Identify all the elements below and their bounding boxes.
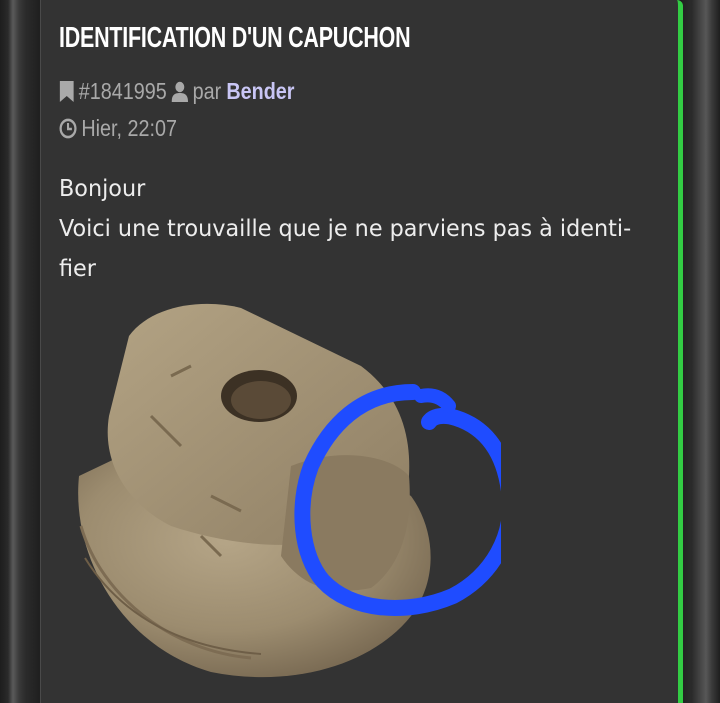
body-line: fier [59, 256, 96, 282]
forum-post-card: IDENTIFICATION D'UN CAPUCHON #1841995 pa… [40, 0, 683, 703]
clock-icon [59, 118, 77, 139]
post-id[interactable]: #1841995 [79, 78, 167, 105]
post-image[interactable] [61, 296, 519, 686]
device-frame-left [0, 0, 40, 703]
user-icon [171, 81, 189, 102]
post-timestamp: Hier, 22:07 [81, 114, 178, 141]
post-body: Bonjour Voici une trouvaille que je ne p… [59, 169, 659, 289]
post-title[interactable]: IDENTIFICATION D'UN CAPUCHON [59, 22, 411, 55]
by-label: par [192, 77, 222, 104]
bookmark-icon [59, 80, 74, 102]
artifact-photo-icon [78, 303, 519, 678]
post-time-line: Hier, 22:07 [59, 113, 177, 143]
post-meta-line: #1841995 par Bender [59, 76, 295, 106]
device-frame-right [682, 0, 720, 703]
body-line: Voici une trouvaille que je ne parviens … [59, 216, 632, 242]
body-line: Bonjour [59, 176, 146, 202]
author-link[interactable]: Bender [226, 78, 294, 105]
